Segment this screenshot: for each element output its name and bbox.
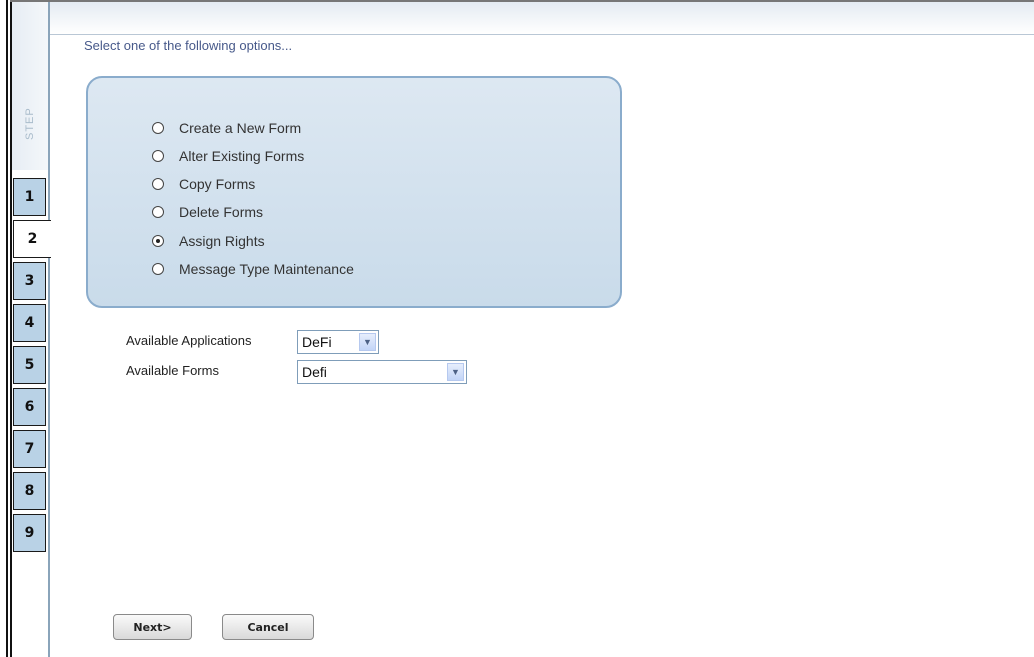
step-tab-8[interactable]: 8: [13, 472, 46, 510]
select-value: DeFi: [302, 334, 332, 350]
step-tab-5[interactable]: 5: [13, 346, 46, 384]
cancel-button[interactable]: Cancel: [222, 614, 314, 640]
step-tab-9[interactable]: 9: [13, 514, 46, 552]
option-label: Message Type Maintenance: [179, 261, 354, 277]
option-message-type-maintenance[interactable]: Message Type Maintenance: [152, 259, 354, 279]
step-label: STEP: [24, 107, 36, 141]
step-tab-7[interactable]: 7: [13, 430, 46, 468]
options-panel: Create a New Form Alter Existing Forms C…: [86, 76, 622, 308]
next-button[interactable]: Next>: [113, 614, 192, 640]
radio-button[interactable]: [152, 263, 164, 275]
step-tab-4[interactable]: 4: [13, 304, 46, 342]
window-frame-left: [6, 0, 8, 657]
option-label: Copy Forms: [179, 176, 256, 192]
option-label: Alter Existing Forms: [179, 148, 305, 164]
option-label: Delete Forms: [179, 204, 264, 220]
instruction-text: Select one of the following options...: [84, 38, 293, 53]
available-applications-select[interactable]: DeFi ▼: [297, 330, 379, 354]
chevron-down-icon[interactable]: ▼: [447, 363, 464, 381]
step-tab-6[interactable]: 6: [13, 388, 46, 426]
radio-button-selected[interactable]: [152, 235, 164, 247]
chevron-down-icon[interactable]: ▼: [359, 333, 376, 351]
radio-button[interactable]: [152, 150, 164, 162]
option-copy-forms[interactable]: Copy Forms: [152, 174, 255, 194]
radio-button[interactable]: [152, 178, 164, 190]
available-forms-label: Available Forms: [126, 363, 219, 378]
step-rail: STEP 1 2 3 4 5 6 7 8 9: [12, 2, 51, 657]
select-value: Defi: [302, 364, 327, 380]
available-applications-label: Available Applications: [126, 333, 252, 348]
radio-button[interactable]: [152, 206, 164, 218]
step-tab-3[interactable]: 3: [13, 262, 46, 300]
option-label: Create a New Form: [179, 120, 302, 136]
available-forms-select[interactable]: Defi ▼: [297, 360, 467, 384]
option-delete-forms[interactable]: Delete Forms: [152, 202, 263, 222]
option-assign-rights[interactable]: Assign Rights: [152, 231, 265, 251]
step-tab-1[interactable]: 1: [13, 178, 46, 216]
radio-button[interactable]: [152, 122, 164, 134]
option-label: Assign Rights: [179, 233, 265, 249]
option-create-new-form[interactable]: Create a New Form: [152, 118, 301, 138]
step-rail-divider: [48, 2, 50, 657]
header-strip: [50, 2, 1034, 35]
step-tab-2[interactable]: 2: [13, 220, 51, 258]
option-alter-existing-forms[interactable]: Alter Existing Forms: [152, 146, 304, 166]
radio-dot-icon: [156, 239, 160, 243]
